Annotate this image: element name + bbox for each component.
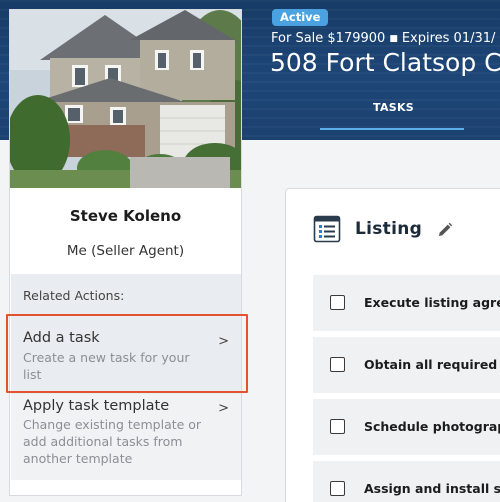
house-photo [9,9,242,188]
task-row[interactable]: Obtain all required d [313,337,500,393]
contact-role: Me (Seller Agent) [66,243,185,259]
listing-address: 508 Fort Clatsop C [270,48,500,77]
task-row[interactable]: Assign and install sig [313,461,500,502]
task-label: Schedule photograp [364,419,500,434]
status-badge: Active [272,9,329,26]
task-checkbox[interactable] [330,481,345,496]
contact-name: Steve Koleno [69,207,182,225]
apply-template-title: Apply task template [23,398,170,414]
price-text: For Sale $179900 [271,31,386,46]
task-row[interactable]: Schedule photograp [313,399,500,455]
separator-dot: ■ [389,34,398,44]
listing-meta: For Sale $179900 ■ Expires 01/31/ [271,31,495,46]
task-list-panel: Listing Execute listing agree Obtain all… [285,188,500,502]
checklist-icon [313,215,341,247]
tab-tasks[interactable]: TASKS [373,101,414,114]
task-label: Assign and install sig [364,481,500,496]
task-checkbox[interactable] [330,295,345,310]
expires-text: Expires 01/31/ [401,31,496,46]
related-actions-heading: Related Actions: [23,288,125,303]
related-actions-header: Related Actions: [11,274,241,314]
selection-highlight [6,314,248,393]
task-label: Obtain all required d [364,357,500,372]
task-list-title: Listing [355,219,423,239]
pencil-icon[interactable] [437,222,453,242]
tab-active-indicator [320,128,464,130]
task-label: Execute listing agree [364,295,500,310]
chevron-right-icon: > [218,401,229,416]
apply-template-description: Change existing template or add addition… [23,417,202,466]
task-row[interactable]: Execute listing agree [313,275,500,331]
task-checkbox[interactable] [330,357,345,372]
task-checkbox[interactable] [330,419,345,434]
apply-task-template-action[interactable]: Apply task template Change existing temp… [11,394,241,480]
